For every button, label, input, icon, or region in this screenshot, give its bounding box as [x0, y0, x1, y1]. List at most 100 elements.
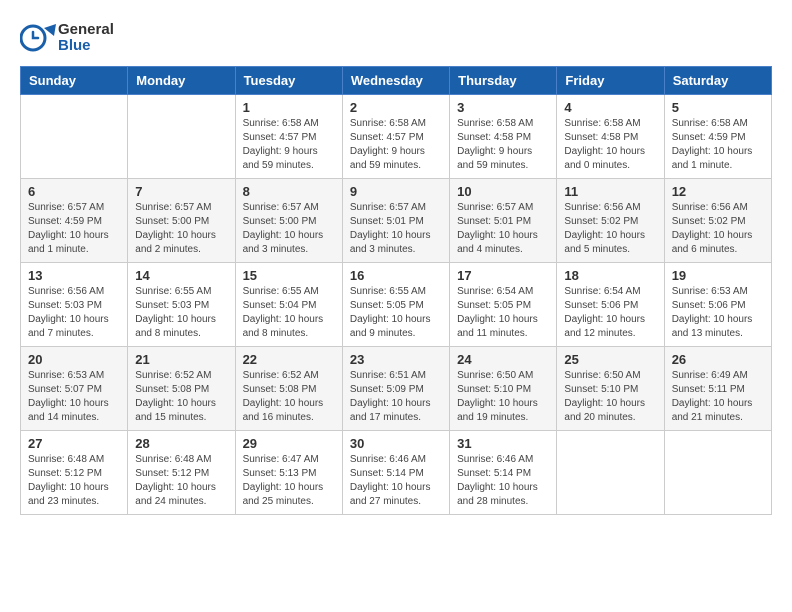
day-number: 29 [243, 436, 335, 451]
calendar-header-friday: Friday [557, 67, 664, 95]
calendar-cell: 24 Sunrise: 6:50 AM Sunset: 5:10 PM Dayli… [450, 347, 557, 431]
calendar-cell: 13 Sunrise: 6:56 AM Sunset: 5:03 PM Dayli… [21, 263, 128, 347]
calendar-cell: 16 Sunrise: 6:55 AM Sunset: 5:05 PM Dayli… [342, 263, 449, 347]
calendar-cell [21, 95, 128, 179]
day-number: 12 [672, 184, 764, 199]
day-number: 27 [28, 436, 120, 451]
calendar-cell: 25 Sunrise: 6:50 AM Sunset: 5:10 PM Dayli… [557, 347, 664, 431]
calendar-cell: 22 Sunrise: 6:52 AM Sunset: 5:08 PM Dayli… [235, 347, 342, 431]
calendar-cell: 27 Sunrise: 6:48 AM Sunset: 5:12 PM Dayli… [21, 431, 128, 515]
calendar-cell: 18Sunrise: 6:54 AM Sunset: 5:06 PM Dayli… [557, 263, 664, 347]
day-info: Sunrise: 6:58 AM Sunset: 4:57 PM Dayligh… [350, 117, 442, 173]
day-number: 15 [243, 268, 335, 283]
day-number: 20 [28, 352, 120, 367]
day-info: Sunrise: 6:56 AM Sunset: 5:03 PM Dayligh… [28, 285, 120, 341]
day-number: 14 [135, 268, 227, 283]
calendar-cell: 15 Sunrise: 6:55 AM Sunset: 5:04 PM Dayli… [235, 263, 342, 347]
day-number: 24 [457, 352, 549, 367]
logo: General Blue [20, 20, 114, 56]
calendar-cell: 20Sunrise: 6:53 AM Sunset: 5:07 PM Dayli… [21, 347, 128, 431]
day-info: Sunrise: 6:50 AM Sunset: 5:10 PM Dayligh… [564, 369, 656, 425]
calendar-header-thursday: Thursday [450, 67, 557, 95]
day-number: 4 [564, 100, 656, 115]
day-info: Sunrise: 6:57 AM Sunset: 5:00 PM Dayligh… [243, 201, 335, 257]
day-info: Sunrise: 6:52 AM Sunset: 5:08 PM Dayligh… [243, 369, 335, 425]
day-info: Sunrise: 6:52 AM Sunset: 5:08 PM Dayligh… [135, 369, 227, 425]
calendar-header-saturday: Saturday [664, 67, 771, 95]
day-number: 21 [135, 352, 227, 367]
day-info: Sunrise: 6:49 AM Sunset: 5:11 PM Dayligh… [672, 369, 764, 425]
day-number: 19 [672, 268, 764, 283]
calendar-cell: 2 Sunrise: 6:58 AM Sunset: 4:57 PM Daylig… [342, 95, 449, 179]
calendar-week-3: 13 Sunrise: 6:56 AM Sunset: 5:03 PM Dayli… [21, 263, 772, 347]
calendar-cell: 8 Sunrise: 6:57 AM Sunset: 5:00 PM Daylig… [235, 179, 342, 263]
calendar-cell: 6 Sunrise: 6:57 AM Sunset: 4:59 PM Daylig… [21, 179, 128, 263]
day-number: 9 [350, 184, 442, 199]
calendar-week-2: 6 Sunrise: 6:57 AM Sunset: 4:59 PM Daylig… [21, 179, 772, 263]
calendar-cell: 7 Sunrise: 6:57 AM Sunset: 5:00 PM Daylig… [128, 179, 235, 263]
day-info: Sunrise: 6:47 AM Sunset: 5:13 PM Dayligh… [243, 453, 335, 509]
day-info: Sunrise: 6:56 AM Sunset: 5:02 PM Dayligh… [672, 201, 764, 257]
day-number: 7 [135, 184, 227, 199]
day-number: 6 [28, 184, 120, 199]
calendar-cell: 11 Sunrise: 6:56 AM Sunset: 5:02 PM Dayli… [557, 179, 664, 263]
day-number: 30 [350, 436, 442, 451]
day-info: Sunrise: 6:48 AM Sunset: 5:12 PM Dayligh… [28, 453, 120, 509]
calendar-header-monday: Monday [128, 67, 235, 95]
calendar-cell: 9 Sunrise: 6:57 AM Sunset: 5:01 PM Daylig… [342, 179, 449, 263]
day-number: 23 [350, 352, 442, 367]
day-info: Sunrise: 6:46 AM Sunset: 5:14 PM Dayligh… [350, 453, 442, 509]
day-info: Sunrise: 6:50 AM Sunset: 5:10 PM Dayligh… [457, 369, 549, 425]
calendar-cell: 12 Sunrise: 6:56 AM Sunset: 5:02 PM Dayli… [664, 179, 771, 263]
day-info: Sunrise: 6:55 AM Sunset: 5:03 PM Dayligh… [135, 285, 227, 341]
day-info: Sunrise: 6:57 AM Sunset: 5:00 PM Dayligh… [135, 201, 227, 257]
day-info: Sunrise: 6:58 AM Sunset: 4:57 PM Dayligh… [243, 117, 335, 173]
day-number: 11 [564, 184, 656, 199]
calendar-cell: 3Sunrise: 6:58 AM Sunset: 4:58 PM Daylig… [450, 95, 557, 179]
calendar-header-sunday: Sunday [21, 67, 128, 95]
calendar-cell: 14 Sunrise: 6:55 AM Sunset: 5:03 PM Dayli… [128, 263, 235, 347]
day-info: Sunrise: 6:58 AM Sunset: 4:58 PM Dayligh… [457, 117, 549, 173]
day-info: Sunrise: 6:56 AM Sunset: 5:02 PM Dayligh… [564, 201, 656, 257]
day-info: Sunrise: 6:55 AM Sunset: 5:05 PM Dayligh… [350, 285, 442, 341]
day-number: 13 [28, 268, 120, 283]
day-info: Sunrise: 6:58 AM Sunset: 4:58 PM Dayligh… [564, 117, 656, 173]
day-number: 16 [350, 268, 442, 283]
calendar-week-5: 27 Sunrise: 6:48 AM Sunset: 5:12 PM Dayli… [21, 431, 772, 515]
calendar-cell [664, 431, 771, 515]
calendar-cell [557, 431, 664, 515]
day-number: 31 [457, 436, 549, 451]
calendar-cell: 30 Sunrise: 6:46 AM Sunset: 5:14 PM Dayli… [342, 431, 449, 515]
day-info: Sunrise: 6:53 AM Sunset: 5:06 PM Dayligh… [672, 285, 764, 341]
day-number: 10 [457, 184, 549, 199]
day-info: Sunrise: 6:58 AM Sunset: 4:59 PM Dayligh… [672, 117, 764, 173]
day-info: Sunrise: 6:51 AM Sunset: 5:09 PM Dayligh… [350, 369, 442, 425]
calendar-week-4: 20Sunrise: 6:53 AM Sunset: 5:07 PM Dayli… [21, 347, 772, 431]
logo-general: General [58, 22, 114, 39]
day-number: 17 [457, 268, 549, 283]
day-number: 22 [243, 352, 335, 367]
day-info: Sunrise: 6:46 AM Sunset: 5:14 PM Dayligh… [457, 453, 549, 509]
day-number: 5 [672, 100, 764, 115]
day-info: Sunrise: 6:55 AM Sunset: 5:04 PM Dayligh… [243, 285, 335, 341]
day-number: 1 [243, 100, 335, 115]
day-info: Sunrise: 6:54 AM Sunset: 5:05 PM Dayligh… [457, 285, 549, 341]
calendar-cell: 28Sunrise: 6:48 AM Sunset: 5:12 PM Dayli… [128, 431, 235, 515]
calendar-table: SundayMondayTuesdayWednesdayThursdayFrid… [20, 66, 772, 515]
day-info: Sunrise: 6:57 AM Sunset: 5:01 PM Dayligh… [350, 201, 442, 257]
day-info: Sunrise: 6:57 AM Sunset: 5:01 PM Dayligh… [457, 201, 549, 257]
day-info: Sunrise: 6:57 AM Sunset: 4:59 PM Dayligh… [28, 201, 120, 257]
calendar-cell: 23 Sunrise: 6:51 AM Sunset: 5:09 PM Dayli… [342, 347, 449, 431]
day-number: 8 [243, 184, 335, 199]
day-info: Sunrise: 6:54 AM Sunset: 5:06 PM Dayligh… [564, 285, 656, 341]
calendar-header-row: SundayMondayTuesdayWednesdayThursdayFrid… [21, 67, 772, 95]
day-number: 2 [350, 100, 442, 115]
calendar-cell: 26 Sunrise: 6:49 AM Sunset: 5:11 PM Dayli… [664, 347, 771, 431]
calendar-cell: 29 Sunrise: 6:47 AM Sunset: 5:13 PM Dayli… [235, 431, 342, 515]
calendar-cell: 21 Sunrise: 6:52 AM Sunset: 5:08 PM Dayli… [128, 347, 235, 431]
calendar-cell: 1 Sunrise: 6:58 AM Sunset: 4:57 PM Daylig… [235, 95, 342, 179]
day-number: 26 [672, 352, 764, 367]
day-number: 25 [564, 352, 656, 367]
calendar-cell: 4 Sunrise: 6:58 AM Sunset: 4:58 PM Daylig… [557, 95, 664, 179]
day-number: 28 [135, 436, 227, 451]
